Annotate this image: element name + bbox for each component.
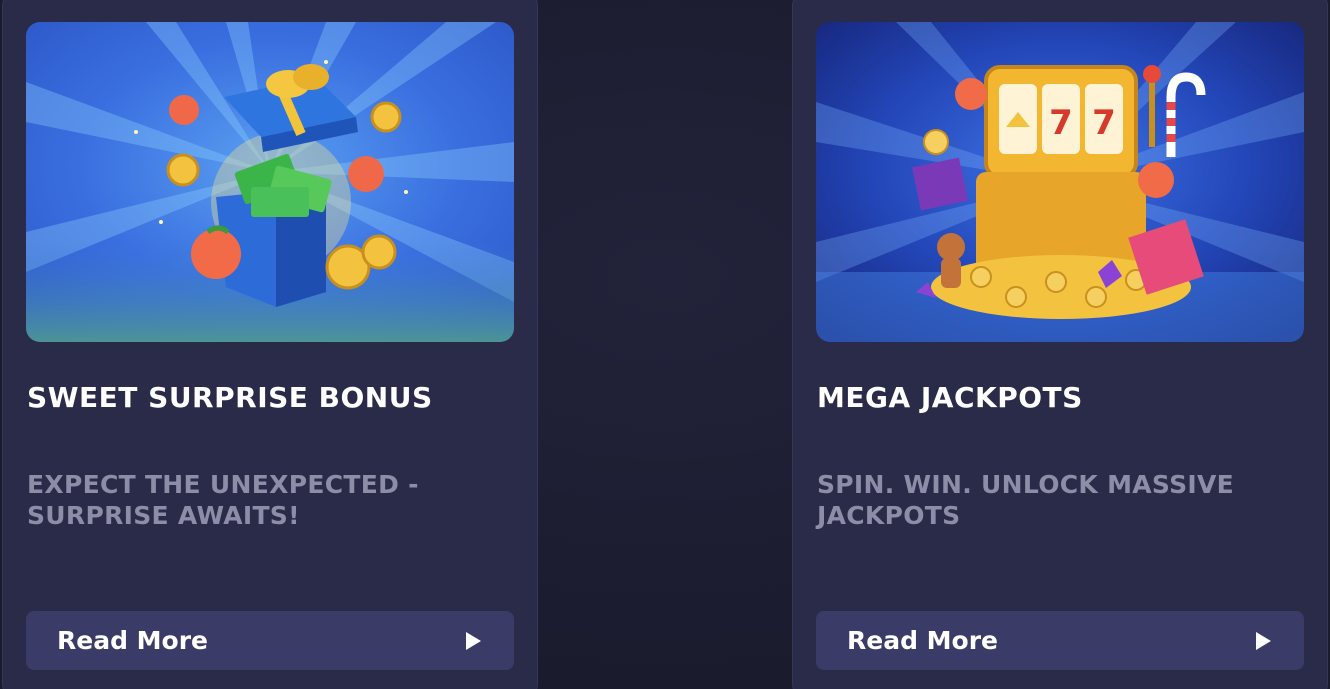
read-more-label: Read More: [847, 626, 999, 655]
play-triangle-icon: [1256, 632, 1271, 650]
read-more-button[interactable]: Read More: [816, 611, 1304, 670]
gift-box-illustration[interactable]: [26, 22, 514, 342]
svg-text:7: 7: [1092, 103, 1116, 143]
card-title: MEGA JACKPOTS: [817, 381, 1083, 414]
slot-machine-illustration[interactable]: 7 7: [816, 22, 1304, 342]
promo-card-sweet-surprise: SWEET SURPRISE BONUS EXPECT THE UNEXPECT…: [2, 0, 538, 689]
card-subtitle: SPIN. WIN. UNLOCK MASSIVE JACKPOTS: [817, 470, 1235, 530]
promotions-row: SWEET SURPRISE BONUS EXPECT THE UNEXPECT…: [0, 0, 1330, 689]
read-more-label: Read More: [57, 626, 209, 655]
promo-card-mega-jackpots: 7 7 MEGA JACKPOTS SPIN. WIN. UNLOCK MASS…: [792, 0, 1328, 689]
play-triangle-icon: [466, 632, 481, 650]
read-more-button[interactable]: Read More: [26, 611, 514, 670]
svg-text:7: 7: [1049, 103, 1073, 143]
card-title: SWEET SURPRISE BONUS: [27, 381, 433, 414]
card-subtitle: EXPECT THE UNEXPECTED - SURPRISE AWAITS!: [27, 470, 419, 530]
